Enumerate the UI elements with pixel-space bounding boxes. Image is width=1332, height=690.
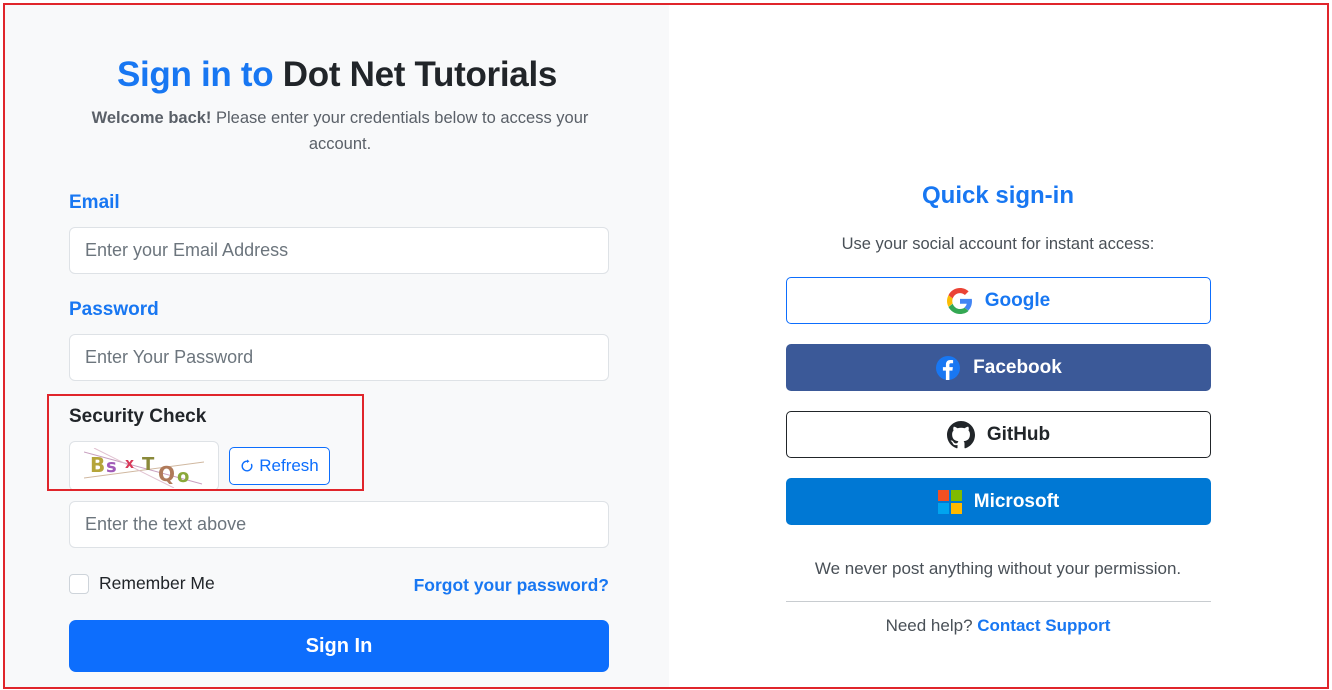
login-panel: Sign in to Dot Net Tutorials Welcome bac… (5, 5, 669, 687)
google-label: Google (984, 289, 1051, 311)
microsoft-label: Microsoft (973, 490, 1060, 512)
sign-in-button[interactable]: Sign In (69, 620, 609, 672)
title-accent: Sign in to (116, 55, 274, 94)
security-check-highlight (47, 394, 364, 491)
remember-checkbox[interactable] (69, 573, 89, 594)
microsoft-icon (937, 489, 962, 514)
email-label: Email (69, 192, 120, 213)
facebook-signin-button[interactable]: Facebook (786, 344, 1211, 391)
page-title: Sign in to Dot Net Tutorials (5, 55, 669, 95)
welcome-bold: Welcome back! (91, 109, 212, 127)
privacy-note: We never post anything without your perm… (814, 559, 1182, 578)
divider (786, 601, 1211, 602)
help-prefix: Need help? (885, 616, 973, 635)
quick-signin-panel: Quick sign-in Use your social account fo… (669, 5, 1327, 687)
facebook-icon (936, 355, 961, 380)
title-site-name: Dot Net Tutorials (282, 55, 558, 94)
quick-signin-subtitle: Use your social account for instant acce… (841, 235, 1155, 253)
contact-support-link[interactable]: Contact Support (977, 616, 1110, 635)
remember-me: Remember Me (69, 573, 215, 594)
password-field[interactable]: Enter Your Password (69, 334, 609, 381)
password-label: Password (69, 299, 159, 320)
email-field[interactable]: Enter your Email Address (69, 227, 609, 274)
help-text: Need help? Contact Support (669, 616, 1327, 636)
quick-signin-title: Quick sign-in (921, 182, 1074, 209)
google-icon (946, 287, 972, 314)
microsoft-signin-button[interactable]: Microsoft (786, 478, 1211, 525)
remember-label: Remember Me (99, 573, 215, 593)
welcome-message: Please enter your credentials below to a… (216, 109, 589, 153)
google-signin-button[interactable]: Google (786, 277, 1211, 324)
forgot-password-link[interactable]: Forgot your password? (385, 575, 609, 596)
github-signin-button[interactable]: GitHub (786, 411, 1211, 458)
github-label: GitHub (986, 423, 1051, 445)
captcha-field[interactable]: Enter the text above (69, 501, 609, 548)
facebook-label: Facebook (973, 356, 1062, 378)
welcome-text: Welcome back! Please enter your credenti… (75, 105, 605, 157)
github-icon (946, 420, 975, 448)
